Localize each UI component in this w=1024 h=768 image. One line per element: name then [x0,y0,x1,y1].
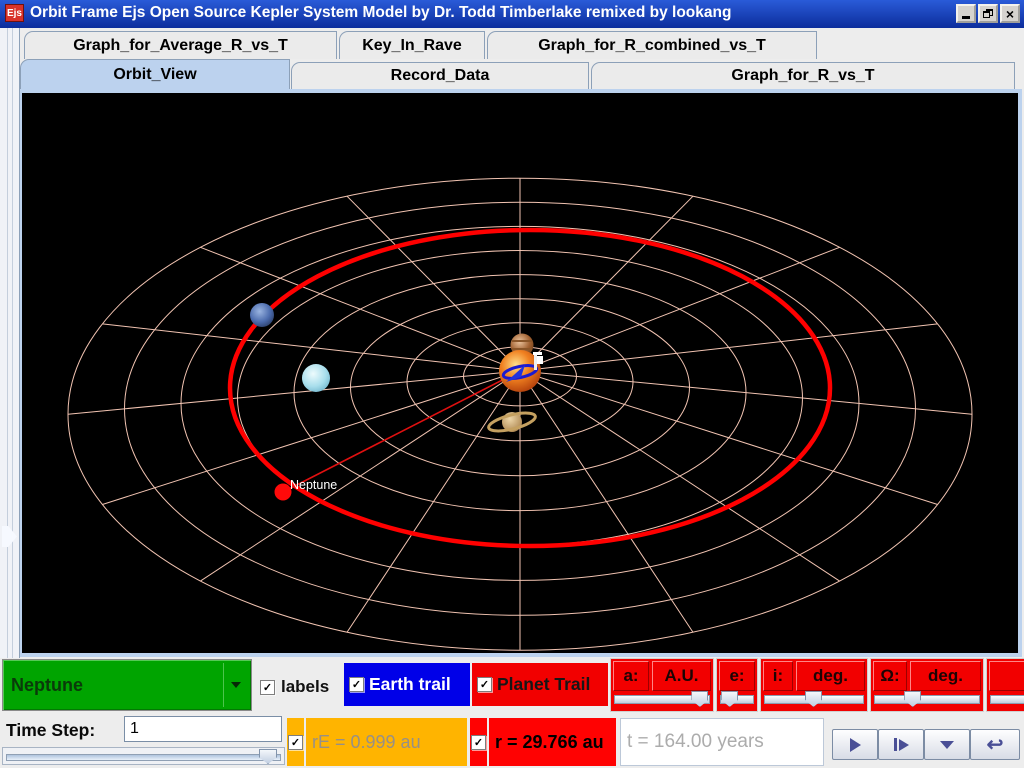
slider-track[interactable] [6,754,281,761]
tab-graph-for-r-combined-vs-t[interactable]: Graph_for_R_combined_vs_T [487,31,817,59]
time-step-input[interactable] [124,716,282,742]
slider-thumb[interactable] [691,691,709,707]
slider-thumb[interactable] [721,691,739,707]
rE-checkbox[interactable]: ✓ [287,718,304,766]
planet-select-value: Neptune [11,675,83,695]
time-step-label: Time Step: [6,720,96,740]
tab-key-in-rave[interactable]: Key_In_Rave [339,31,485,59]
omega-cap-unit-label: deg. [910,661,981,691]
omega-cap-slider[interactable] [874,691,980,707]
neptune-sphere [250,303,274,327]
r-readout: r = 29.766 au [489,718,616,766]
e-label: e: [719,661,755,691]
eccentricity-panel: e: [716,658,758,712]
slider-thumb[interactable] [805,691,822,707]
application-window: Ejs Orbit Frame Ejs Open Source Kepler S… [0,0,1024,768]
labels-checkbox[interactable]: ✓ labels [260,672,329,702]
checkbox-icon: ✓ [260,679,275,695]
rE-readout: rE = 0.999 au [306,718,467,766]
split-pane-arrow-icon[interactable] [2,526,17,547]
a-slider[interactable] [614,691,710,707]
tab-record-data[interactable]: Record_Data [291,62,589,89]
omega-cap-label: Ω: [873,661,907,691]
split-pane-divider[interactable] [0,28,20,658]
ascending-node-panel: Ω: deg. [870,658,984,712]
window-controls: × [956,4,1020,23]
tab-orbit-view[interactable]: Orbit_View [20,59,290,89]
reset-icon: ↩ [986,733,1004,756]
checkbox-icon: ✓ [477,677,492,692]
slider-thumb[interactable] [259,749,277,764]
omega-slider[interactable] [990,691,1024,707]
checkbox-icon: ✓ [288,734,303,750]
planet-trail-checkbox[interactable]: ✓ Planet Trail [472,663,608,706]
minimize-button[interactable] [956,4,976,23]
neptune-marker[interactable] [274,483,292,501]
planet-select-dropdown[interactable]: Neptune [2,659,252,711]
window-title: Orbit Frame Ejs Open Source Kepler Syste… [30,4,732,21]
perihelion-argument-panel: ω: [986,658,1024,712]
options-dropdown-button[interactable] [924,729,970,760]
semimajor-axis-panel: a: A.U. [610,658,714,712]
saturn-sphere [487,411,537,433]
step-forward-icon [893,738,909,751]
tab-graph-for-average-r-vs-t[interactable]: Graph_for_Average_R_vs_T [24,31,337,59]
i-slider[interactable] [764,691,864,707]
chevron-down-icon [231,682,241,688]
earth-trail-label: Earth trail [369,674,451,694]
slider-thumb[interactable] [904,691,922,707]
play-icon [849,737,861,752]
title-bar: Ejs Orbit Frame Ejs Open Source Kepler S… [0,0,1024,28]
i-label: i: [763,661,793,691]
neptune-marker-label: Neptune [290,478,337,492]
omega-label: ω: [989,661,1024,691]
tab-row-bottom: Orbit_View Record_Data Graph_for_R_vs_T [0,59,1024,89]
restore-button[interactable] [978,4,998,23]
uranus-sphere [302,364,330,392]
earth-trail-checkbox[interactable]: ✓ Earth trail [344,663,470,706]
divider-line [12,28,13,658]
i-unit-label: deg. [796,661,865,691]
planet-trail-label: Planet Trail [497,674,591,694]
reset-button[interactable]: ↩ [970,729,1020,760]
close-icon: × [1005,5,1015,22]
checkbox-icon: ✓ [471,734,486,750]
a-label: a: [613,661,649,691]
time-readout: t = 164.00 years [620,718,824,766]
tab-row-top: Graph_for_Average_R_vs_T Key_In_Rave Gra… [0,28,1024,59]
r-checkbox[interactable]: ✓ [470,718,487,766]
restore-icon [983,9,993,18]
divider-line [7,28,8,658]
inclination-panel: i: deg. [760,658,868,712]
orbit-view-frame: Neptune [20,89,1022,657]
close-button[interactable]: × [1000,4,1020,23]
tab-graph-for-r-vs-t[interactable]: Graph_for_R_vs_T [591,62,1015,89]
app-icon[interactable]: Ejs [5,4,24,22]
minimize-icon [962,16,970,19]
dropdown-arrow-button[interactable] [223,663,248,707]
time-step-slider[interactable] [2,747,285,765]
slider-track[interactable] [990,695,1024,704]
checkbox-icon: ✓ [349,677,364,692]
a-unit-label: A.U. [652,661,711,691]
play-button[interactable] [832,729,878,760]
step-forward-button[interactable] [878,729,924,760]
labels-checkbox-label: labels [281,677,330,696]
chevron-down-icon [940,740,954,749]
e-slider[interactable] [720,691,754,707]
orbit-3d-view[interactable]: Neptune [22,93,1018,653]
slider-track[interactable] [874,695,980,704]
